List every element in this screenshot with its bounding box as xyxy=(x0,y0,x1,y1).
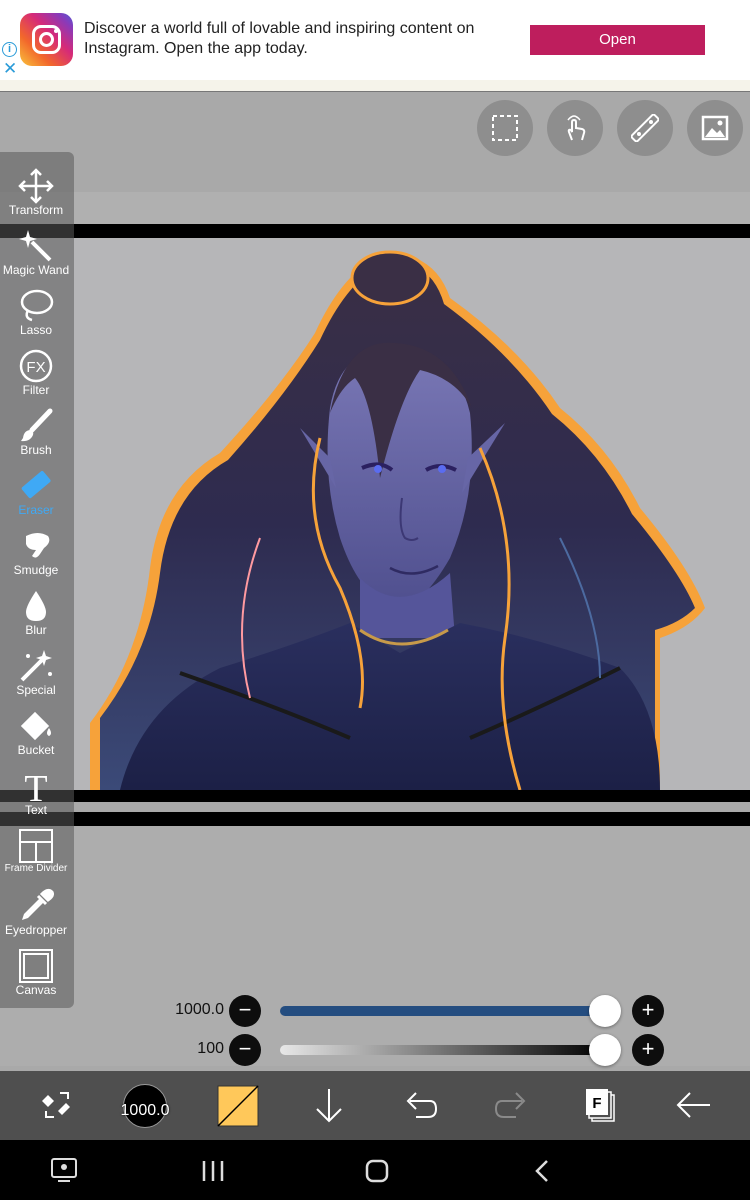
tool-label: Lasso xyxy=(19,323,53,337)
smudge-icon xyxy=(26,533,50,558)
tool-label: Special xyxy=(16,683,56,697)
tool-brush[interactable]: Brush xyxy=(0,404,72,464)
frame-border-top xyxy=(0,224,750,238)
tool-eyedropper[interactable]: Eyedropper xyxy=(0,884,72,944)
size-slider-knob[interactable] xyxy=(589,995,621,1027)
layers-icon[interactable]: F xyxy=(584,1071,620,1140)
home-icon[interactable] xyxy=(364,1158,390,1184)
special-icon xyxy=(20,650,52,682)
opacity-slider-knob[interactable] xyxy=(589,1034,621,1066)
bottom-toolbar: 1000.0 F xyxy=(0,1071,750,1140)
tool-text[interactable]: T Text xyxy=(0,764,72,824)
canvas-margin-bottom xyxy=(0,826,750,1066)
opacity-slider-track[interactable] xyxy=(280,1045,605,1055)
tool-transform[interactable]: Transform xyxy=(0,164,72,224)
tool-label: Brush xyxy=(20,443,52,457)
eyedropper-icon xyxy=(22,888,54,920)
tool-label: Eraser xyxy=(18,503,54,517)
frame-divider-icon xyxy=(19,829,53,863)
ad-banner[interactable]: i ✕ Discover a world full of lovable and… xyxy=(0,0,750,80)
download-arrow-icon[interactable] xyxy=(312,1071,346,1140)
svg-text:T: T xyxy=(24,768,47,804)
size-slider-track[interactable] xyxy=(280,1006,605,1016)
tool-label: Blur xyxy=(25,623,47,637)
tool-label: Smudge xyxy=(13,563,59,577)
screen-share-icon[interactable] xyxy=(50,1156,78,1184)
tool-label: Bucket xyxy=(17,743,55,757)
close-icon[interactable]: ✕ xyxy=(3,60,17,77)
color-swatch-icon[interactable] xyxy=(216,1071,260,1140)
redo-icon[interactable] xyxy=(494,1071,530,1140)
lasso-icon xyxy=(20,289,54,322)
svg-text:FX: FX xyxy=(26,359,45,376)
opacity-minus-button[interactable]: − xyxy=(229,1034,261,1066)
opacity-plus-button[interactable]: + xyxy=(632,1034,664,1066)
tool-magic-wand[interactable]: Magic Wand xyxy=(0,224,72,284)
text-icon: T xyxy=(24,768,47,804)
info-icon[interactable]: i xyxy=(2,42,17,57)
fx-icon: FX xyxy=(19,349,53,383)
undo-icon[interactable] xyxy=(402,1071,438,1140)
brush-size-value: 1000.0 xyxy=(175,1001,224,1018)
tool-label: Text xyxy=(24,803,47,817)
tool-frame-divider[interactable]: Frame Divider xyxy=(0,824,72,884)
frame-border-bottom-2 xyxy=(0,812,750,826)
tool-label: Transform xyxy=(8,203,64,217)
brush-icon xyxy=(21,408,53,442)
tool-bucket[interactable]: Bucket xyxy=(0,704,72,764)
swap-tools-icon[interactable] xyxy=(32,1071,82,1140)
ruler-icon[interactable] xyxy=(617,100,673,156)
blur-drop-icon xyxy=(26,591,46,621)
canvas-icon xyxy=(19,949,53,983)
opacity-value: 100 xyxy=(197,1040,224,1057)
tool-label: Frame Divider xyxy=(4,863,68,874)
bucket-icon xyxy=(20,711,51,741)
tool-filter[interactable]: FX Filter xyxy=(0,344,72,404)
tool-canvas[interactable]: Canvas xyxy=(0,944,72,1004)
tool-label: Canvas xyxy=(15,983,57,997)
canvas-margin-top xyxy=(0,192,750,224)
tool-blur[interactable]: Blur xyxy=(0,584,72,644)
hand-gesture-icon[interactable] xyxy=(547,100,603,156)
tool-label: Magic Wand xyxy=(2,263,70,277)
tool-special[interactable]: Special xyxy=(0,644,72,704)
image-icon[interactable] xyxy=(687,100,743,156)
tool-lasso[interactable]: Lasso xyxy=(0,284,72,344)
svg-text:F: F xyxy=(592,1095,601,1112)
back-icon[interactable] xyxy=(530,1158,556,1184)
open-button[interactable]: Open xyxy=(530,25,705,55)
eraser-icon xyxy=(21,471,51,499)
move-icon xyxy=(18,168,54,204)
ad-divider xyxy=(0,80,750,92)
ad-text: Discover a world full of lovable and ins… xyxy=(84,20,475,57)
back-arrow-icon[interactable] xyxy=(674,1071,714,1140)
size-minus-button[interactable]: − xyxy=(229,995,261,1027)
system-nav-bar xyxy=(0,1140,750,1200)
magic-wand-icon xyxy=(19,230,52,262)
tool-panel: Transform Magic Wand Lasso FX Filter Bru… xyxy=(0,152,74,1008)
frame-border-bottom xyxy=(0,790,750,802)
selection-icon[interactable] xyxy=(477,100,533,156)
instagram-logo-icon xyxy=(20,13,73,66)
artwork-canvas[interactable] xyxy=(0,238,750,790)
size-plus-button[interactable]: + xyxy=(632,995,664,1027)
brush-size-label: 1000.0 xyxy=(120,1102,170,1119)
tool-label: Filter xyxy=(22,383,50,397)
brush-size-icon[interactable]: 1000.0 xyxy=(118,1071,172,1140)
recent-apps-icon[interactable] xyxy=(200,1158,226,1184)
tool-label: Eyedropper xyxy=(4,923,68,937)
tool-eraser[interactable]: Eraser xyxy=(0,464,72,524)
tool-smudge[interactable]: Smudge xyxy=(0,524,72,584)
